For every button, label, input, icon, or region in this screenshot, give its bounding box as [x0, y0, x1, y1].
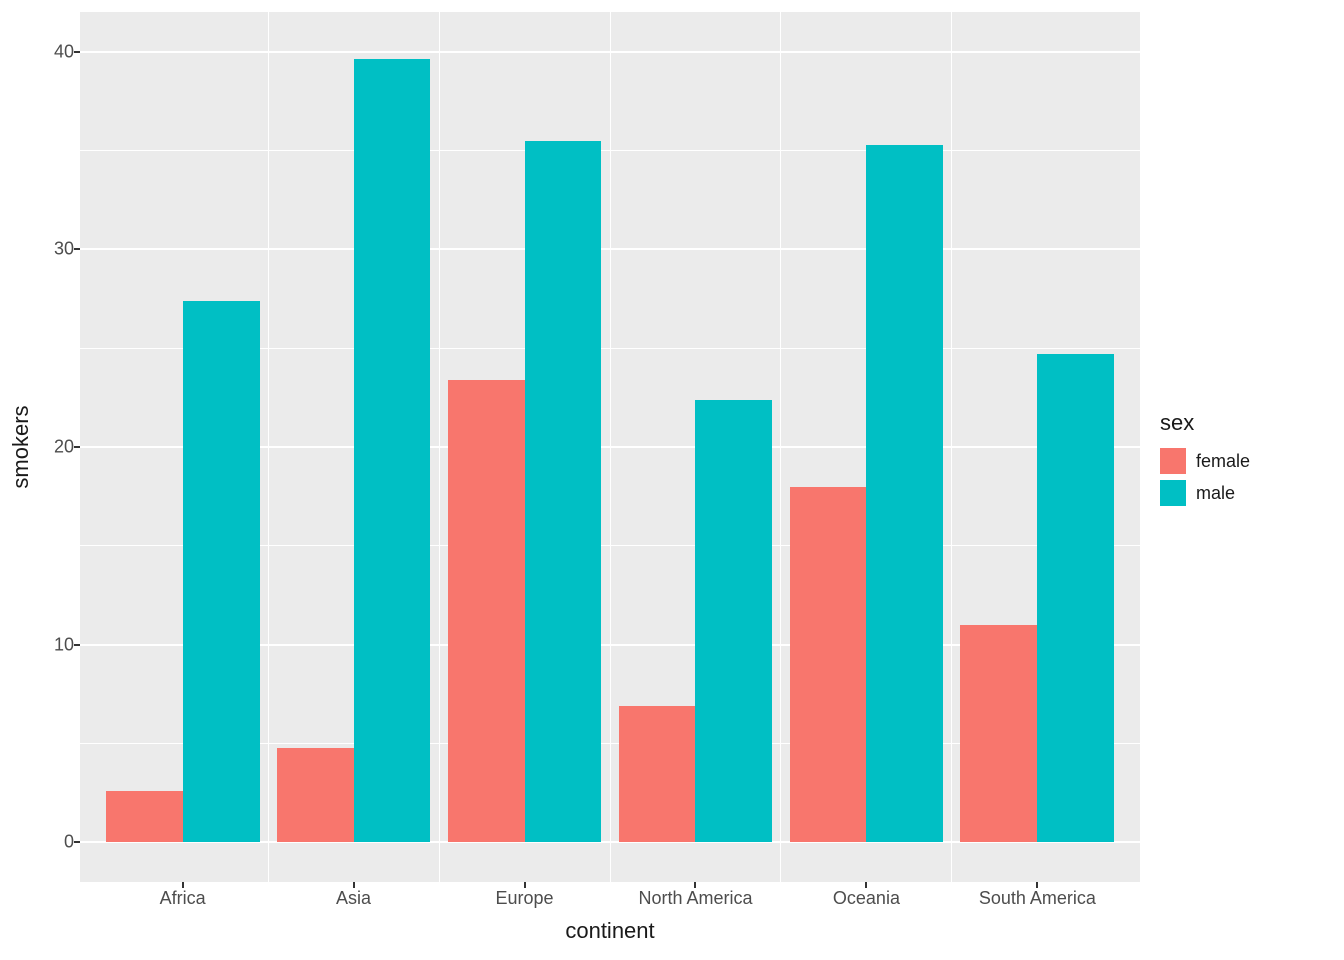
x-tick-label: Africa: [160, 888, 206, 909]
y-tick-mark: [74, 841, 80, 843]
plot-panel: [80, 12, 1140, 882]
y-axis-title: smokers: [8, 405, 34, 488]
legend-key-male-icon: [1160, 480, 1186, 506]
chart-container: 010203040 AfricaAsiaEuropeNorth AmericaO…: [0, 0, 1344, 960]
legend: sex female male: [1160, 410, 1330, 512]
bar-male: [866, 145, 943, 843]
legend-label-male: male: [1196, 483, 1235, 504]
legend-label-female: female: [1196, 451, 1250, 472]
y-tick-label: 30: [14, 239, 74, 260]
bar-female: [790, 487, 867, 843]
legend-item-male: male: [1160, 480, 1330, 506]
x-tick-mark: [694, 882, 696, 888]
legend-key-female-icon: [1160, 448, 1186, 474]
x-tick-mark: [353, 882, 355, 888]
bar-female: [448, 380, 525, 843]
bar-female: [619, 706, 696, 842]
y-tick-mark: [74, 248, 80, 250]
y-tick-mark: [74, 446, 80, 448]
x-axis-title: continent: [565, 918, 654, 944]
y-tick-label: 10: [14, 634, 74, 655]
y-tick-mark: [74, 644, 80, 646]
y-tick-label: 40: [14, 41, 74, 62]
x-tick-mark: [524, 882, 526, 888]
y-tick-label: 0: [14, 832, 74, 853]
legend-title: sex: [1160, 410, 1330, 436]
x-tick-mark: [182, 882, 184, 888]
bar-female: [277, 748, 354, 843]
bar-male: [354, 59, 431, 842]
bars-layer: [80, 12, 1140, 882]
x-tick-label: South America: [979, 888, 1096, 909]
bar-male: [525, 141, 602, 843]
x-tick-label: Europe: [495, 888, 553, 909]
bar-male: [1037, 354, 1114, 842]
y-tick-mark: [74, 51, 80, 53]
x-tick-label: Asia: [336, 888, 371, 909]
legend-item-female: female: [1160, 448, 1330, 474]
x-tick-mark: [865, 882, 867, 888]
x-tick-label: North America: [638, 888, 752, 909]
bar-male: [183, 301, 260, 843]
bar-female: [106, 791, 183, 842]
x-tick-mark: [1036, 882, 1038, 888]
bar-female: [960, 625, 1037, 843]
bar-male: [695, 400, 772, 843]
x-tick-label: Oceania: [833, 888, 900, 909]
